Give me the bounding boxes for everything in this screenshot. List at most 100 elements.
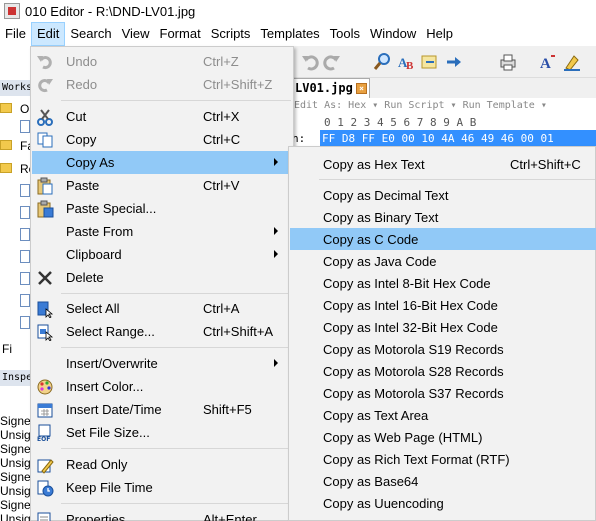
menu-item-label: Copy as Intel 16-Bit Hex Code <box>323 298 498 313</box>
submenu-item-uuencoding[interactable]: Copy as Uuencoding <box>290 492 596 514</box>
menu-tools[interactable]: Tools <box>325 22 365 46</box>
menu-scripts[interactable]: Scripts <box>206 22 256 46</box>
inspector-row: Unsig <box>0 484 31 498</box>
menu-item-shortcut: Ctrl+A <box>203 301 240 316</box>
submenu-item-motorola-s19[interactable]: Copy as Motorola S19 Records <box>290 338 596 360</box>
inspector-row: Signe <box>0 498 31 512</box>
submenu-item-intel-8bit[interactable]: Copy as Intel 8-Bit Hex Code <box>290 272 596 294</box>
menu-bar: File Edit Search View Format Scripts Tem… <box>0 22 596 46</box>
hex-address: h: <box>292 132 306 145</box>
delete-x-icon <box>36 269 54 287</box>
menu-item-paste-special[interactable]: Paste Special... <box>32 197 292 220</box>
undo-icon[interactable] <box>300 52 320 72</box>
submenu-item-motorola-s37[interactable]: Copy as Motorola S37 Records <box>290 382 596 404</box>
submenu-item-java-code[interactable]: Copy as Java Code <box>290 250 596 272</box>
goto-icon[interactable] <box>420 52 440 72</box>
menu-item-shortcut: Shift+F5 <box>203 402 252 417</box>
menu-item-label: Copy as Intel 32-Bit Hex Code <box>323 320 498 335</box>
submenu-item-binary-text[interactable]: Copy as Binary Text <box>290 206 596 228</box>
menu-item-label: Set File Size... <box>66 425 150 440</box>
document-icon <box>20 316 30 329</box>
menu-item-label: Copy as Intel 8-Bit Hex Code <box>323 276 491 291</box>
menu-item-label: Copy as Decimal Text <box>323 188 449 203</box>
menu-view[interactable]: View <box>117 22 155 46</box>
menu-item-insert-date-time[interactable]: Insert Date/Time Shift+F5 <box>32 398 292 421</box>
menu-window[interactable]: Window <box>365 22 421 46</box>
paste-special-icon <box>36 200 54 218</box>
folder-icon <box>0 163 12 173</box>
menu-item-label: Copy as Rich Text Format (RTF) <box>323 452 510 467</box>
submenu-arrow-icon <box>274 227 278 235</box>
menu-item-properties[interactable]: Properties Alt+Enter <box>32 508 292 521</box>
submenu-item-rtf[interactable]: Copy as Rich Text Format (RTF) <box>290 448 596 470</box>
menu-item-label: Copy As <box>66 155 115 170</box>
print-icon[interactable] <box>498 52 518 72</box>
menu-item-select-all[interactable]: Select All Ctrl+A <box>32 297 292 320</box>
menu-item-keep-file-time[interactable]: Keep File Time <box>32 476 292 499</box>
scissors-icon <box>36 108 54 126</box>
document-icon <box>20 228 30 241</box>
menu-item-undo[interactable]: Undo Ctrl+Z <box>32 50 292 73</box>
menu-item-label: Copy <box>66 132 97 147</box>
menu-item-shortcut: Ctrl+V <box>203 178 240 193</box>
workspace-header: Works <box>0 80 31 96</box>
close-icon[interactable]: × <box>356 83 367 94</box>
menu-item-insert-overwrite[interactable]: Insert/Overwrite <box>32 352 292 375</box>
find-icon[interactable] <box>372 52 392 72</box>
submenu-item-hex-text[interactable]: Copy as Hex Text Ctrl+Shift+C <box>290 153 596 175</box>
file-size-icon: EOF <box>36 424 54 443</box>
inspector-row: Unsig <box>0 456 31 470</box>
menu-item-label: Keep File Time <box>66 480 153 495</box>
menu-item-read-only[interactable]: Read Only <box>32 453 292 476</box>
select-all-icon <box>36 300 54 319</box>
properties-icon <box>36 511 54 521</box>
menu-item-select-range[interactable]: Select Range... Ctrl+Shift+A <box>32 320 292 343</box>
menu-file[interactable]: File <box>0 22 31 46</box>
menu-item-copy[interactable]: Copy Ctrl+C <box>32 128 292 151</box>
submenu-item-intel-16bit[interactable]: Copy as Intel 16-Bit Hex Code <box>290 294 596 316</box>
replace-icon[interactable]: AB <box>396 52 416 72</box>
menu-item-shortcut: Ctrl+Shift+C <box>510 157 581 172</box>
submenu-item-decimal-text[interactable]: Copy as Decimal Text <box>290 184 596 206</box>
redo-icon[interactable] <box>322 52 342 72</box>
app-icon <box>4 3 20 19</box>
submenu-item-intel-32bit[interactable]: Copy as Intel 32-Bit Hex Code <box>290 316 596 338</box>
window-title: 010 Editor - R:\DND-LV01.jpg <box>25 3 196 19</box>
menu-item-redo[interactable]: Redo Ctrl+Shift+Z <box>32 73 292 96</box>
menu-item-cut[interactable]: Cut Ctrl+X <box>32 105 292 128</box>
inspector-header: Inspe <box>0 370 31 386</box>
font-icon[interactable]: A <box>538 52 558 72</box>
menu-item-insert-color[interactable]: Insert Color... <box>32 375 292 398</box>
submenu-item-text-area[interactable]: Copy as Text Area <box>290 404 596 426</box>
menu-item-label: Undo <box>66 54 98 69</box>
menu-item-paste[interactable]: Paste Ctrl+V <box>32 174 292 197</box>
menu-item-copy-as[interactable]: Copy As <box>32 151 292 174</box>
menu-separator <box>319 179 595 180</box>
hex-bytes-selected[interactable]: FF D8 FF E0 00 10 4A 46 49 46 00 01 <box>320 130 596 147</box>
menu-item-label: Select All <box>66 301 120 316</box>
file-time-icon <box>36 479 54 497</box>
menu-item-set-file-size[interactable]: EOF Set File Size... <box>32 421 292 444</box>
menu-item-label: Redo <box>66 77 98 92</box>
menu-search[interactable]: Search <box>65 22 116 46</box>
hex-row[interactable]: h: FF D8 FF E0 00 10 4A 46 49 46 00 01 <box>290 130 596 147</box>
menu-item-shortcut: Ctrl+Z <box>203 54 239 69</box>
submenu-item-c-code[interactable]: Copy as C Code <box>290 228 596 250</box>
menu-item-delete[interactable]: Delete <box>32 266 292 289</box>
arrow-right-icon[interactable] <box>444 52 464 72</box>
submenu-item-motorola-s28[interactable]: Copy as Motorola S28 Records <box>290 360 596 382</box>
highlight-icon[interactable] <box>562 52 582 72</box>
menu-templates[interactable]: Templates <box>255 22 324 46</box>
menu-format[interactable]: Format <box>155 22 206 46</box>
submenu-item-base64[interactable]: Copy as Base64 <box>290 470 596 492</box>
menu-edit[interactable]: Edit <box>30 22 66 46</box>
svg-text:A: A <box>540 56 551 72</box>
menu-item-paste-from[interactable]: Paste From <box>32 220 292 243</box>
inspector-row: Signe <box>0 470 31 484</box>
menu-item-clipboard[interactable]: Clipboard <box>32 243 292 266</box>
file-tab[interactable]: LV01.jpg × <box>290 78 370 98</box>
menu-help[interactable]: Help <box>421 22 458 46</box>
submenu-item-html[interactable]: Copy as Web Page (HTML) <box>290 426 596 448</box>
hex-toolbar[interactable]: Edit As: Hex ▾ Run Script ▾ Run Template… <box>290 98 596 114</box>
menu-item-label: Copy as Hex Text <box>323 157 425 172</box>
